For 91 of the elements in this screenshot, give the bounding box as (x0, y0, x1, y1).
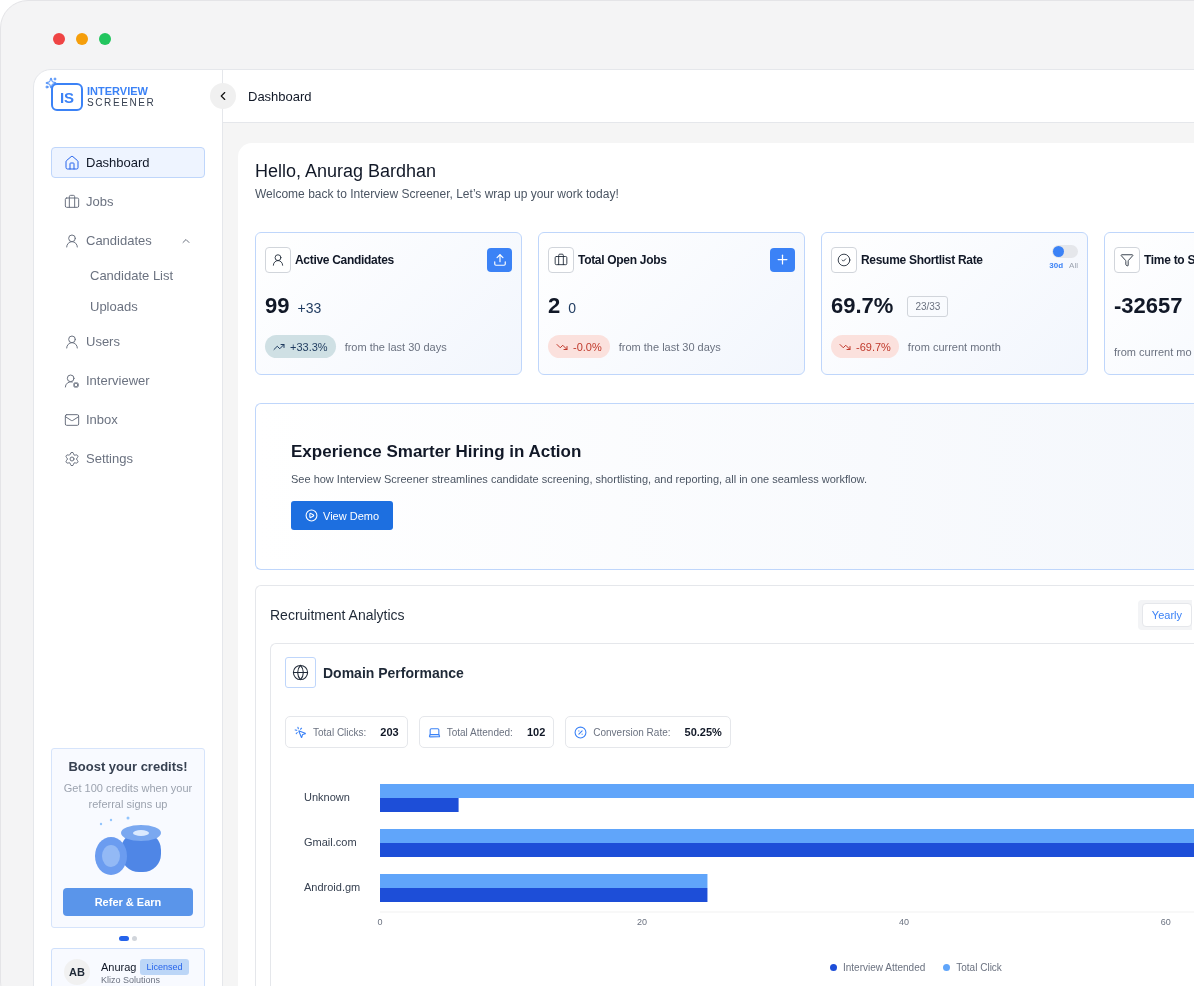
nav-subitem[interactable]: Uploads (51, 295, 205, 318)
page-dot[interactable] (132, 936, 137, 941)
maximize-icon[interactable] (99, 33, 111, 45)
sparkle-icon (45, 77, 57, 89)
metric-value: 50.25% (684, 726, 722, 738)
period-option[interactable]: All (1069, 261, 1078, 270)
globe-icon (285, 657, 316, 688)
logo-text: INTERVIEW (87, 86, 149, 97)
banner-text: See how Interview Screener streamlines candidate screening, shortlisting, and reporting, all in one seamless workflow. (291, 473, 868, 485)
refer-earn-button[interactable]: Refer & Earn (63, 888, 193, 916)
banner-title: Experience Smarter Hiring in Action (291, 442, 583, 462)
minimize-icon[interactable] (76, 33, 88, 45)
period-toggle[interactable] (1052, 245, 1078, 258)
legend-dot (943, 964, 951, 971)
category-label: Android.gm (304, 881, 361, 893)
legend-dot (830, 964, 837, 971)
user-icon (64, 232, 80, 249)
nav-item[interactable]: Jobs (51, 186, 205, 217)
stat-note: from the last 30 days (618, 340, 721, 353)
metric-label: Total Attended: (446, 726, 513, 738)
license-badge: Licensed (140, 959, 189, 975)
laptop-icon (427, 725, 441, 739)
period-dropdown[interactable]: Yearly (1141, 603, 1192, 627)
nav-subitem[interactable]: Candidate List (51, 264, 205, 287)
stat-ratio: 23/33 (907, 295, 949, 317)
stat-value: 2 (548, 293, 561, 319)
settings-icon (64, 450, 80, 467)
category-label: Unknown (304, 791, 350, 803)
stat-delta: 0 (568, 299, 577, 316)
user-icon (265, 246, 291, 273)
nav-item[interactable]: Settings (51, 443, 205, 474)
section-title: Recruitment Analytics (270, 607, 405, 623)
company-name: Klizo Solutions (101, 975, 162, 985)
change-badge: -69.7% (831, 335, 899, 358)
stat-note: from current mo (1114, 346, 1192, 358)
pointer-click-icon (294, 725, 307, 739)
collapse-button[interactable] (210, 83, 236, 109)
axis-tick-label: 40 (898, 917, 909, 927)
metric-value: 102 (526, 726, 546, 738)
home-icon (64, 154, 80, 171)
metric-label: Total Clicks: (313, 726, 367, 738)
nav-item[interactable]: Dashboard (51, 147, 205, 178)
user-name: Anurag (101, 961, 137, 973)
metric-value: 203 (380, 726, 399, 738)
user-card[interactable]: AB Anurag Licensed Klizo Solutions (51, 948, 205, 986)
upload-icon (492, 252, 507, 267)
add-button[interactable] (770, 247, 795, 272)
avatar: AB (64, 959, 90, 985)
mail-icon (64, 411, 80, 428)
plus-icon (775, 252, 790, 267)
metric-label: Conversion Rate: (593, 726, 671, 738)
referral-title: Boost your credits! (68, 759, 188, 774)
nav-item[interactable]: Users (51, 326, 205, 357)
stat-title: Resume Shortlist Rate (861, 252, 984, 267)
axis-tick-label: 20 (636, 917, 647, 927)
user-gear-icon (64, 372, 80, 389)
referral-text: Get 100 credits when your referral signs up (63, 781, 193, 812)
category-label: Gmail.com (304, 836, 357, 848)
filter-icon (1114, 246, 1140, 273)
greeting-subtitle: Welcome back to Interview Screener, Let’s wrap up your work today! (255, 187, 620, 201)
play-icon (305, 509, 318, 522)
stat-title: Total Open Jobs (578, 252, 668, 267)
briefcase-icon (64, 193, 80, 210)
nav-item[interactable]: Inbox (51, 404, 205, 435)
axis-tick-label: 0 (377, 917, 383, 927)
legend-label: Interview Attended (843, 962, 926, 973)
view-demo-button[interactable]: View Demo (291, 501, 394, 530)
briefcase-icon (548, 246, 574, 273)
stat-title: Active Candidates (295, 252, 395, 267)
percent-icon (574, 725, 588, 739)
upload-button[interactable] (487, 247, 512, 272)
stat-note: from current month (907, 340, 1001, 353)
stat-note: from the last 30 days (344, 340, 447, 353)
stat-value: -32657 (1114, 293, 1183, 319)
close-icon[interactable] (53, 33, 65, 45)
logo-text: SCREENER (87, 97, 156, 108)
change-badge: +33.3% (265, 335, 336, 358)
stat-value: 69.7% (831, 293, 894, 319)
stat-title: Time to S (1144, 252, 1194, 267)
legend-label: Total Click (956, 962, 1002, 973)
user-icon (64, 333, 80, 350)
nav-item[interactable]: Interviewer (51, 365, 205, 396)
stat-delta: +33 (297, 299, 322, 316)
nav-item[interactable]: Candidates (51, 225, 205, 256)
axis-tick-label: 60 (1160, 917, 1171, 927)
change-badge: -0.0% (548, 335, 610, 358)
greeting-title: Hello, Anurag Bardhan (255, 161, 438, 182)
panel-title: Domain Performance (323, 664, 464, 681)
page-title: Dashboard (248, 88, 312, 104)
stat-value: 99 (265, 293, 290, 319)
period-option[interactable]: 30d (1049, 261, 1064, 270)
